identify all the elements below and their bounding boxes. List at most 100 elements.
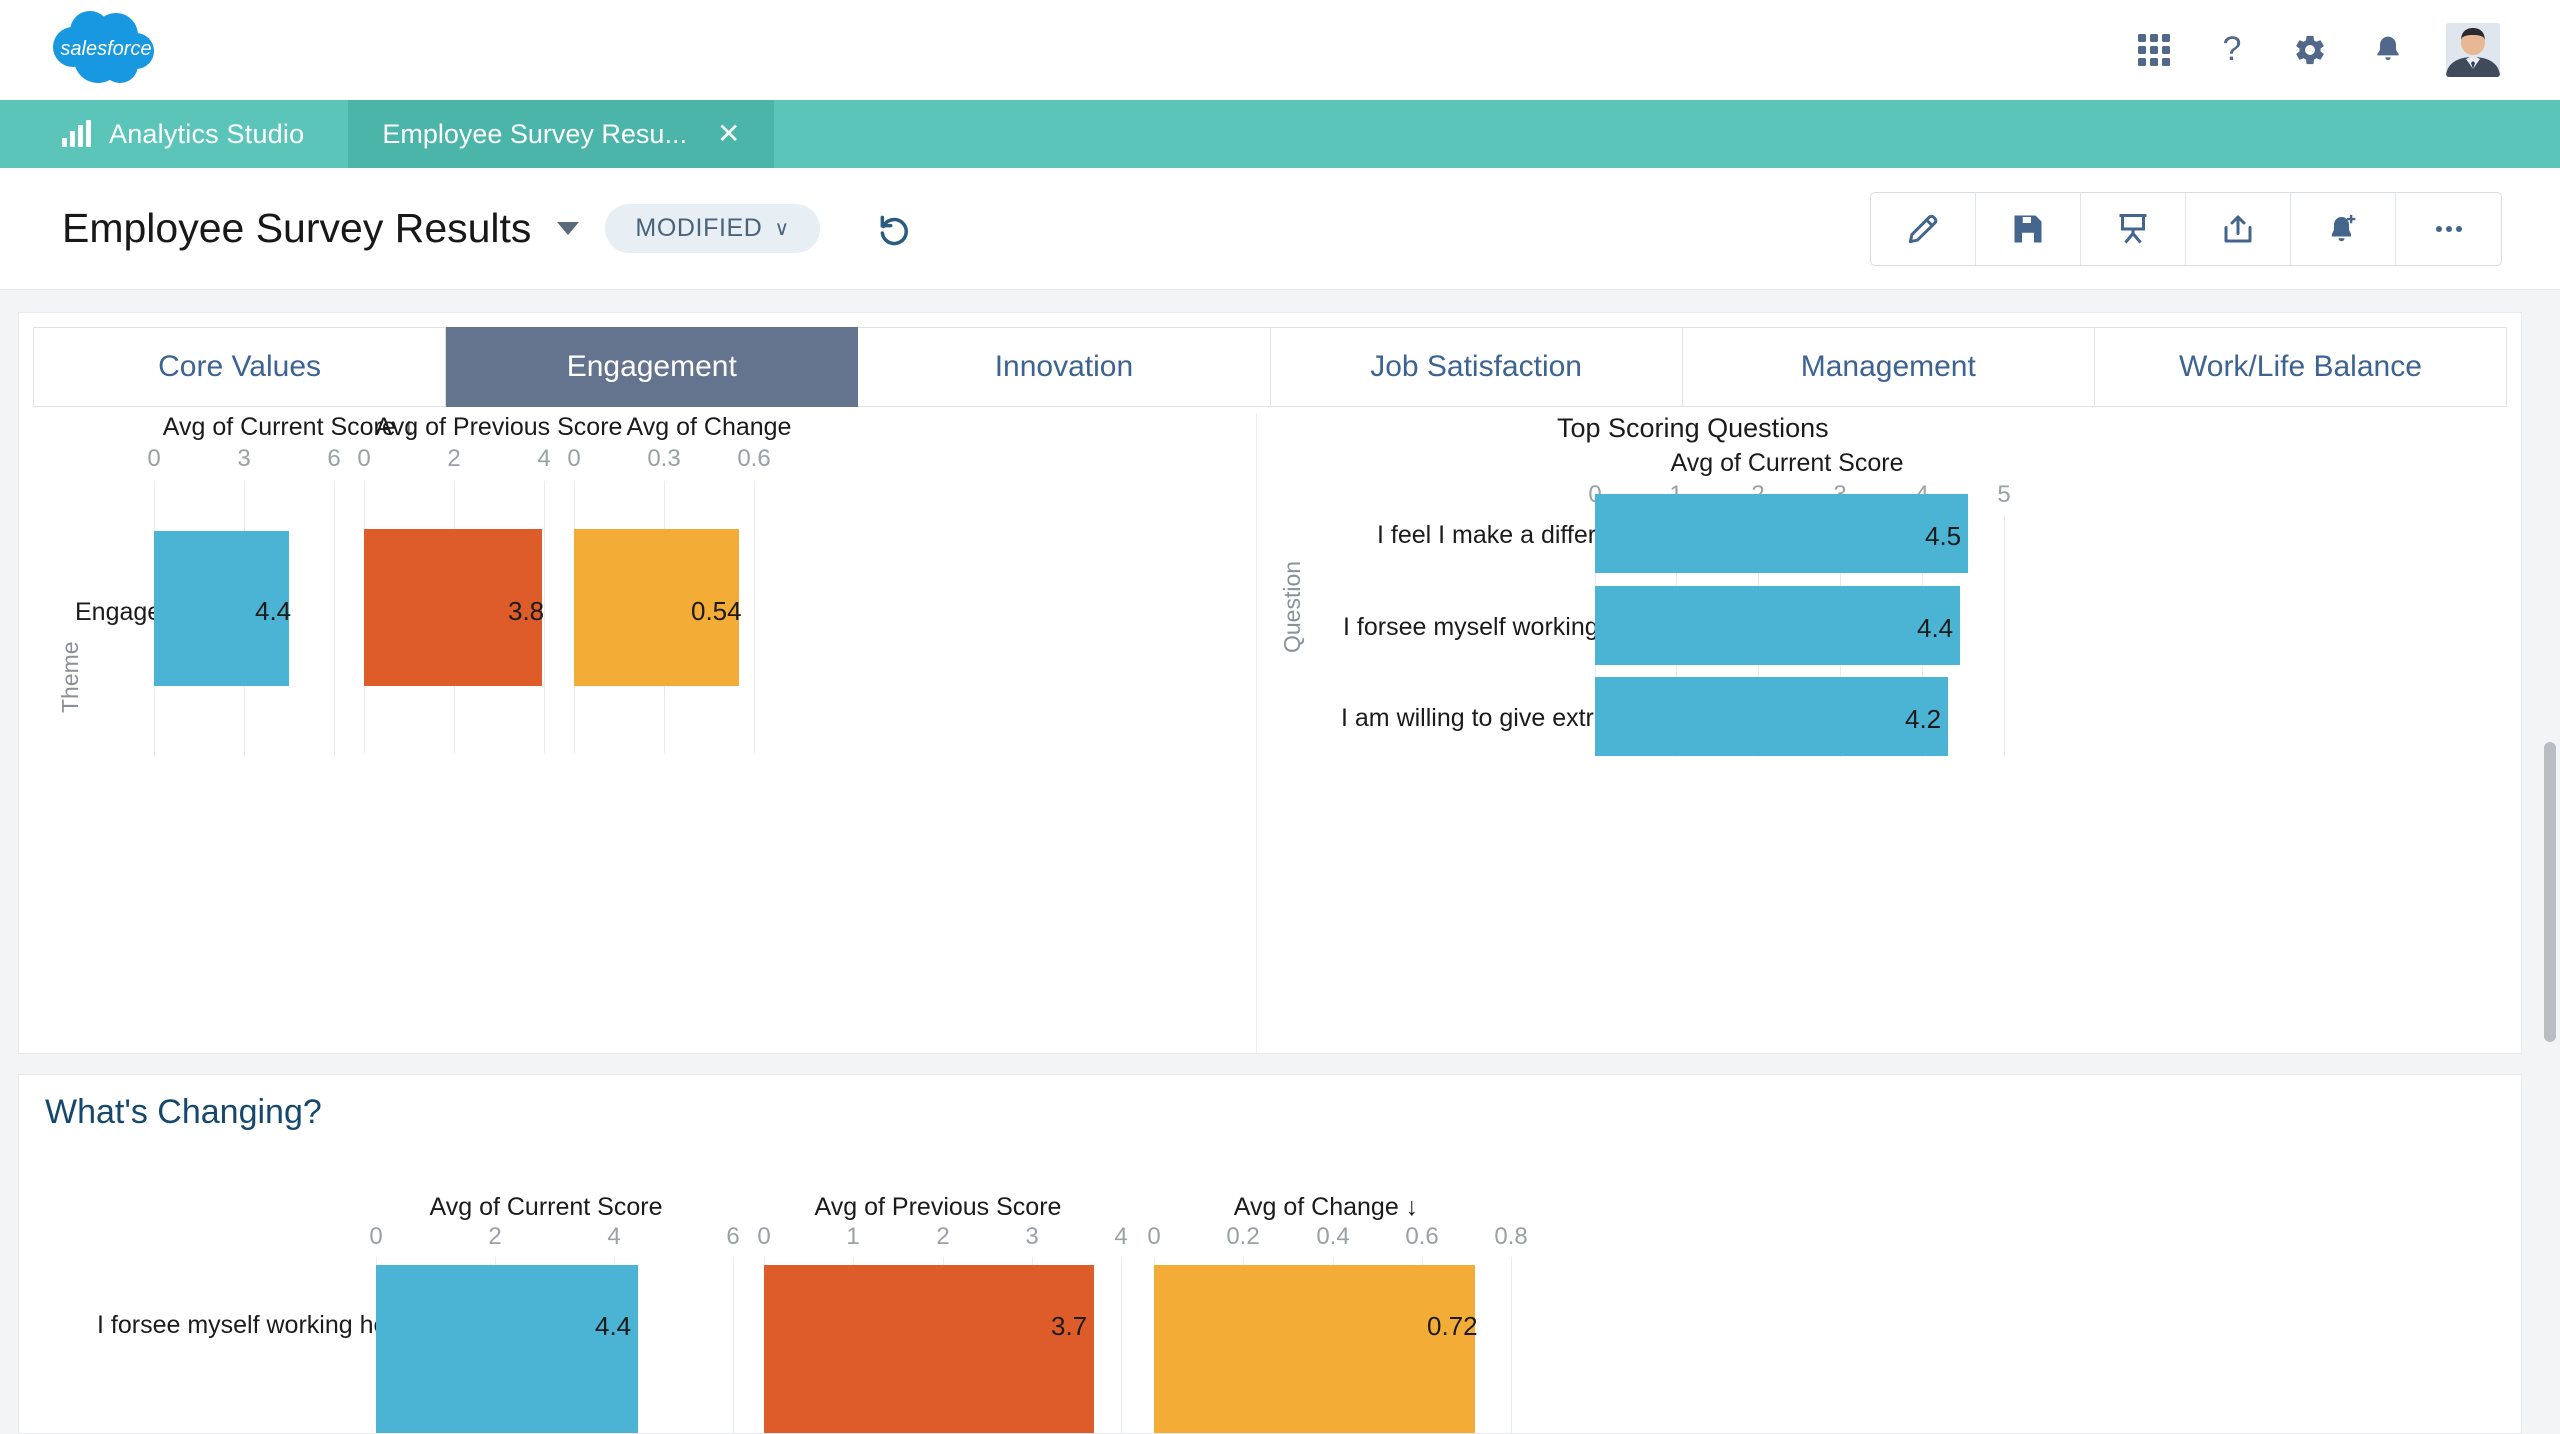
axis-ticks-changing-change: 0 0.2 0.4 0.6 0.8 — [1147, 1223, 1527, 1251]
tab-core-values[interactable]: Core Values — [33, 327, 447, 407]
category-label-q3: I am willing to give extra to get the jo… — [1341, 704, 1767, 732]
bar-value-change: 0.54 — [691, 596, 742, 626]
top-chart-row: Theme Engagement Avg of Current Score ↓ … — [19, 413, 2523, 1053]
dashboard-canvas: Core Values Engagement Innovation Job Sa… — [0, 290, 2560, 1434]
section-title-whats-changing: What's Changing? — [45, 1093, 322, 1131]
tick-label: 4 — [607, 1223, 621, 1250]
salesforce-logo[interactable]: salesforce — [48, 9, 164, 91]
tab-label: Core Values — [158, 350, 322, 383]
chart-title-changing-current: Avg of Current Score — [429, 1193, 663, 1221]
bar-changing-current[interactable] — [376, 1265, 638, 1433]
tick-label: 0.4 — [1316, 1223, 1350, 1250]
help-icon[interactable]: ? — [2212, 30, 2252, 70]
bar-changing-previous[interactable] — [764, 1265, 1094, 1433]
global-header: salesforce ? — [0, 0, 2560, 100]
bar-q2[interactable] — [1595, 586, 1960, 665]
bar-value-q1: 4.5 — [1925, 521, 1962, 551]
avatar[interactable] — [2446, 23, 2500, 77]
tick-label: 0.6 — [737, 445, 771, 472]
tab-label: Work/Life Balance — [2178, 350, 2422, 383]
tick-label: 6 — [327, 445, 341, 472]
tick-label: 0.8 — [1494, 1223, 1528, 1250]
tab-management[interactable]: Management — [1682, 327, 2095, 407]
theme-metrics-charts: Theme Engagement Avg of Current Score ↓ … — [19, 413, 1257, 1053]
tick-label: 0 — [1147, 1223, 1161, 1250]
chart-title-top-scoring: Avg of Current Score — [1670, 449, 1904, 477]
tick-label: 3 — [1025, 1223, 1039, 1250]
tab-label: Innovation — [994, 350, 1134, 383]
bar-value-q3: 4.2 — [1905, 704, 1942, 734]
tab-work-life-balance[interactable]: Work/Life Balance — [2094, 327, 2508, 407]
tick-label: 2 — [447, 445, 461, 472]
bar-q1[interactable] — [1595, 494, 1968, 573]
application-tab-strip: Analytics Studio Employee Survey Resu...… — [0, 100, 2560, 168]
bar-value-changing-previous: 3.7 — [1051, 1311, 1088, 1341]
notifications-bell-icon[interactable] — [2368, 30, 2408, 70]
presentation-button[interactable] — [2081, 192, 2186, 265]
chevron-down-icon[interactable] — [557, 222, 580, 235]
axis-ticks-changing-current: 0 2 4 6 — [369, 1223, 740, 1251]
vertical-scrollbar[interactable] — [2544, 742, 2556, 1042]
bar-value-changing-change: 0.72 — [1427, 1311, 1478, 1341]
tick-label: 1 — [846, 1223, 860, 1250]
bar-changing-change[interactable] — [1154, 1265, 1475, 1433]
bar-value-changing-current: 4.4 — [595, 1311, 632, 1341]
whats-changing-chart-row: I forsee myself working here in 3 years … — [19, 1193, 2523, 1433]
tab-innovation[interactable]: Innovation — [858, 327, 1271, 407]
dashboard-header: Employee Survey Results MODIFIED ∨ — [0, 168, 2560, 290]
axis-label-theme: Theme — [57, 641, 83, 713]
top-scoring-questions-chart: Top Scoring Questions Avg of Current Sco… — [1257, 413, 2523, 1053]
whats-changing-panel: What's Changing? I forsee myself working… — [18, 1074, 2522, 1434]
chart-title-changing-change: Avg of Change ↓ — [1233, 1193, 1419, 1221]
tab-analytics-studio[interactable]: Analytics Studio — [0, 100, 348, 168]
bar-value-previous-score: 3.8 — [508, 596, 545, 626]
gear-icon[interactable] — [2290, 30, 2330, 70]
status-badge-label: MODIFIED — [635, 214, 763, 242]
tick-label: 0 — [147, 445, 161, 472]
more-actions-button[interactable] — [2396, 193, 2501, 265]
app-launcher-icon[interactable] — [2134, 30, 2174, 70]
tab-label: Management — [1800, 350, 1976, 383]
chevron-down-icon: ∨ — [774, 218, 790, 240]
tab-engagement[interactable]: Engagement — [446, 327, 859, 407]
tick-label: 2 — [488, 1223, 502, 1250]
close-icon[interactable]: ✕ — [717, 120, 740, 148]
save-button[interactable] — [1976, 192, 2081, 265]
axis-ticks-changing-previous: 0 1 2 3 4 — [757, 1223, 1128, 1251]
share-button[interactable] — [2186, 192, 2291, 265]
tab-employee-survey-results-label: Employee Survey Resu... — [382, 118, 687, 149]
category-label-q2: I forsee myself working here in 3 years — [1343, 613, 1771, 641]
chart-panel-title: Top Scoring Questions — [1557, 413, 1829, 443]
tick-label: 4 — [1114, 1223, 1128, 1250]
tab-employee-survey-results[interactable]: Employee Survey Resu... ✕ — [348, 100, 775, 168]
dashboard-toolbar — [1870, 191, 2502, 266]
axis-label-question: Question — [1279, 560, 1305, 653]
tick-label: 6 — [726, 1223, 740, 1250]
page-title: Employee Survey Results — [62, 205, 532, 251]
edit-button[interactable] — [1871, 192, 1976, 265]
category-label-q1: I feel I make a difference here — [1377, 521, 1708, 549]
svg-text:?: ? — [2223, 32, 2242, 68]
tick-label: 0 — [357, 445, 371, 472]
bar-value-current-score: 4.4 — [255, 596, 292, 626]
bar-value-q2: 4.4 — [1917, 613, 1954, 643]
status-badge[interactable]: MODIFIED ∨ — [605, 204, 820, 253]
tick-label: 0 — [757, 1223, 771, 1250]
dashboard-title-group: Employee Survey Results MODIFIED ∨ — [62, 204, 914, 253]
tick-label: 0.3 — [647, 445, 681, 472]
category-label-changing: I forsee myself working here in 3 years — [97, 1311, 525, 1339]
tab-label: Engagement — [566, 350, 737, 383]
tick-label: 5 — [1997, 481, 2011, 508]
bar-q3[interactable] — [1595, 677, 1948, 756]
refresh-icon[interactable] — [874, 209, 914, 249]
tick-label: 4 — [537, 445, 551, 472]
chart-title-changing-previous: Avg of Previous Score — [814, 1193, 1062, 1221]
subscribe-button[interactable] — [2291, 192, 2396, 265]
engagement-panel: Core Values Engagement Innovation Job Sa… — [18, 312, 2522, 1054]
svg-text:salesforce: salesforce — [60, 38, 151, 60]
bar-chart-icon — [62, 120, 91, 147]
tab-job-satisfaction[interactable]: Job Satisfaction — [1270, 327, 1683, 407]
global-header-icons: ? — [2134, 23, 2500, 77]
chart-title-change: Avg of Change — [626, 413, 792, 441]
tab-label: Job Satisfaction — [1370, 350, 1582, 383]
